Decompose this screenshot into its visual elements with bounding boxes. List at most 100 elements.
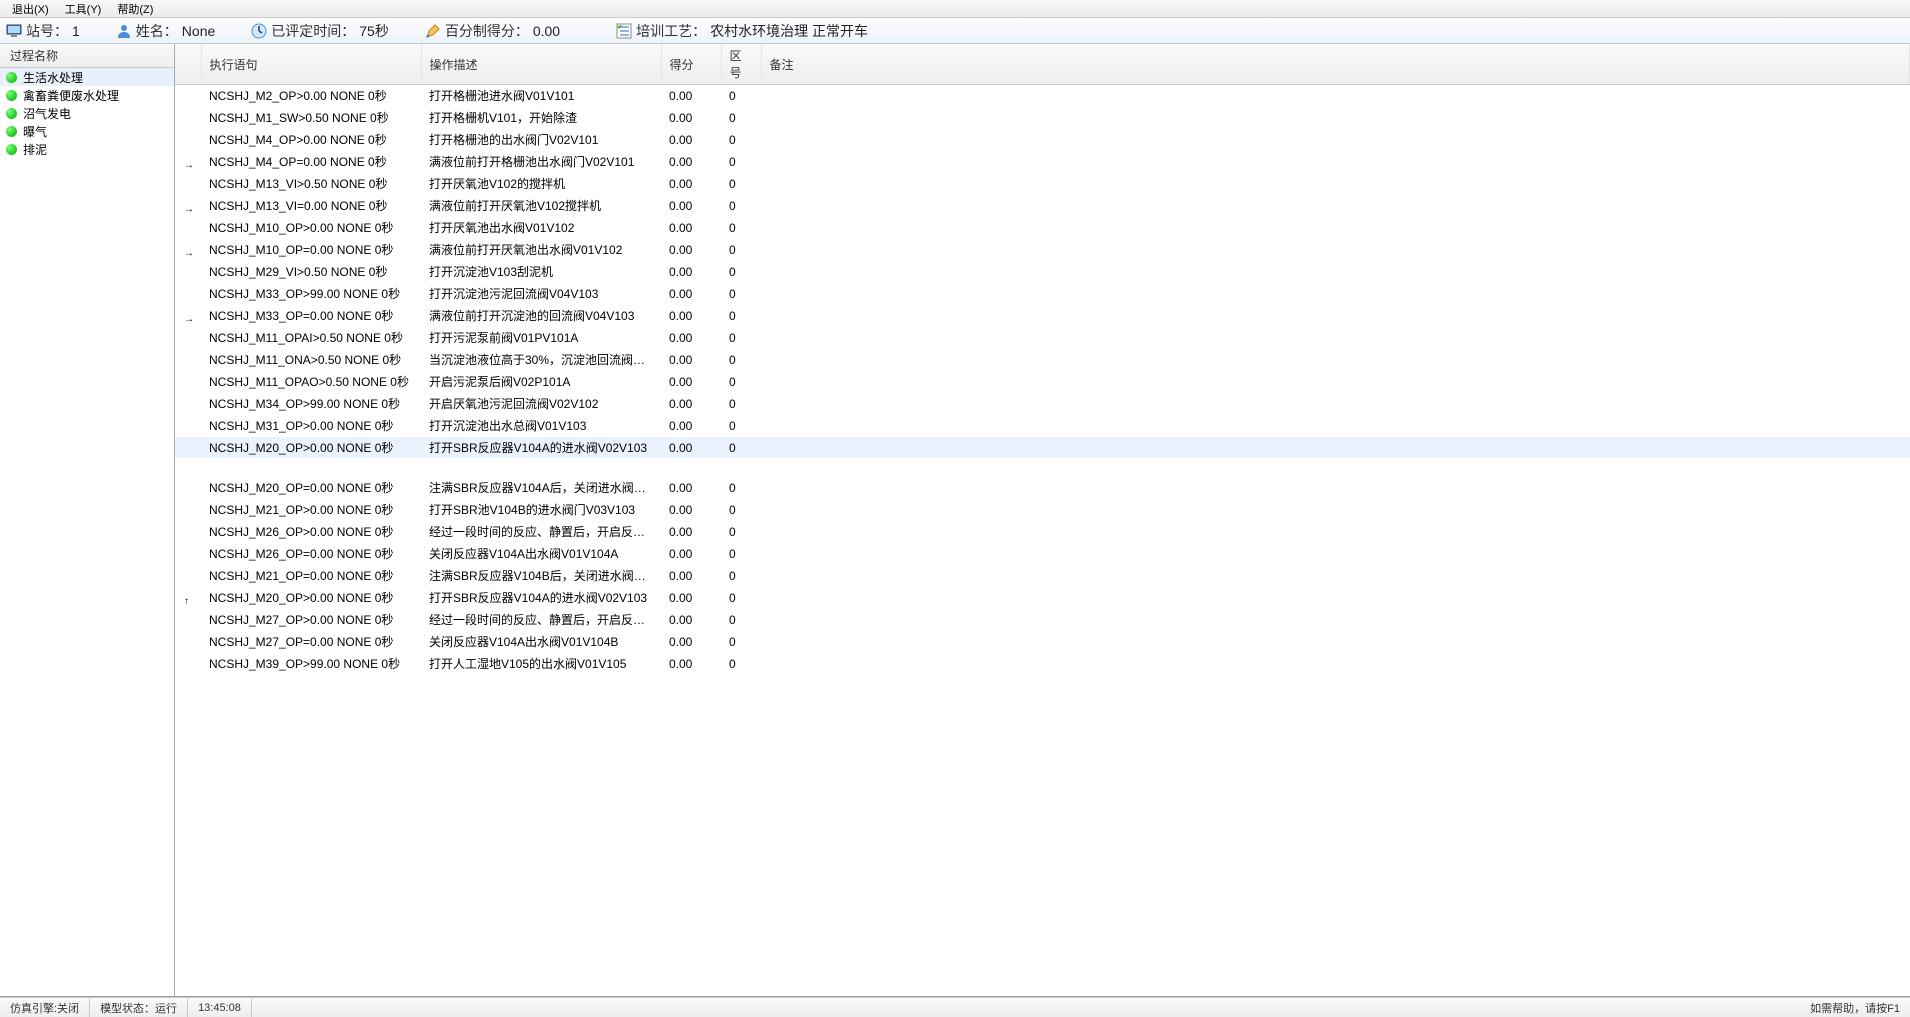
col-note[interactable]: 备注 — [761, 44, 1910, 85]
table-row[interactable]: NCSHJ_M21_OP>0.00 NONE 0秒打开SBR池V104B的进水阀… — [175, 499, 1910, 521]
cell-note — [761, 437, 1910, 459]
cell-zone: 0 — [721, 371, 761, 393]
cell-note — [761, 631, 1910, 653]
table-row[interactable]: NCSHJ_M26_OP>0.00 NONE 0秒经过一段时间的反应、静置后，开… — [175, 521, 1910, 543]
cell-zone: 0 — [721, 85, 761, 107]
status-engine: 仿真引擎:关闭 — [0, 998, 90, 1017]
col-status[interactable] — [175, 44, 201, 85]
status-dot-icon — [6, 126, 17, 137]
cell-score: 0.00 — [661, 327, 721, 349]
training-label: 培训工艺： — [636, 21, 706, 41]
menu-tools[interactable]: 工具(Y) — [57, 0, 110, 18]
col-score[interactable]: 得分 — [661, 44, 721, 85]
cell-note — [761, 283, 1910, 305]
table-row[interactable]: NCSHJ_M27_OP>0.00 NONE 0秒经过一段时间的反应、静置后，开… — [175, 609, 1910, 631]
cell-note — [761, 129, 1910, 151]
sidebar-item-3[interactable]: 曝气 — [0, 122, 174, 140]
status-model: 模型状态：运行 — [90, 998, 188, 1017]
cell-stmt: NCSHJ_M29_VI>0.50 NONE 0秒 — [201, 261, 421, 283]
table-row[interactable]: NCSHJ_M21_OP=0.00 NONE 0秒注满SBR反应器V104B后，… — [175, 565, 1910, 587]
table-row[interactable]: NCSHJ_M20_OP>0.00 NONE 0秒打开SBR反应器V104A的进… — [175, 587, 1910, 609]
table-row[interactable]: NCSHJ_M11_OPAI>0.50 NONE 0秒打开污泥泵前阀V01PV1… — [175, 327, 1910, 349]
status-time: 13:45:08 — [188, 998, 252, 1017]
cell-note — [761, 609, 1910, 631]
cell-score: 0.00 — [661, 415, 721, 437]
table-row[interactable]: NCSHJ_M27_OP=0.00 NONE 0秒关闭反应器V104A出水阀V0… — [175, 631, 1910, 653]
sidebar-item-1[interactable]: 禽畜粪便废水处理 — [0, 86, 174, 104]
table-row[interactable]: NCSHJ_M11_OPAO>0.50 NONE 0秒开启污泥泵后阀V02P10… — [175, 371, 1910, 393]
table-row[interactable]: NCSHJ_M10_OP=0.00 NONE 0秒满液位前打开厌氧池出水阀V01… — [175, 239, 1910, 261]
cell-desc: 满液位前打开沉淀池的回流阀V04V103 — [421, 305, 661, 327]
col-desc[interactable]: 操作描述 — [421, 44, 661, 85]
status-dot-icon — [6, 90, 17, 101]
table-row[interactable]: NCSHJ_M4_OP>0.00 NONE 0秒打开格栅池的出水阀门V02V10… — [175, 129, 1910, 151]
checklist-icon — [616, 23, 632, 39]
cell-desc: 开启厌氧池污泥回流阀V02V102 — [421, 393, 661, 415]
cell-desc: 满液位前打开厌氧池V102搅拌机 — [421, 195, 661, 217]
table-row[interactable]: NCSHJ_M2_OP>0.00 NONE 0秒打开格栅池进水阀V01V1010… — [175, 85, 1910, 107]
cell-stmt: NCSHJ_M11_OPAI>0.50 NONE 0秒 — [201, 327, 421, 349]
cell-zone: 0 — [721, 217, 761, 239]
cell-zone: 0 — [721, 477, 761, 499]
table-row[interactable] — [175, 459, 1910, 477]
cell-note — [761, 393, 1910, 415]
table-row[interactable]: NCSHJ_M4_OP=0.00 NONE 0秒满液位前打开格栅池出水阀门V02… — [175, 151, 1910, 173]
col-stmt[interactable]: 执行语句 — [201, 44, 421, 85]
cell-note — [761, 85, 1910, 107]
cell-stmt: NCSHJ_M27_OP>0.00 NONE 0秒 — [201, 609, 421, 631]
name-value: None — [182, 23, 215, 39]
menu-exit[interactable]: 退出(X) — [4, 0, 57, 18]
cell-desc: 经过一段时间的反应、静置后，开启反应器V10... — [421, 521, 661, 543]
sidebar-header: 过程名称 — [0, 44, 174, 68]
cell-stmt: NCSHJ_M13_VI>0.50 NONE 0秒 — [201, 173, 421, 195]
cell-note — [761, 239, 1910, 261]
cell-zone: 0 — [721, 305, 761, 327]
cell-desc: 注满SBR反应器V104B后，关闭进水阀V03V103 — [421, 565, 661, 587]
table-row[interactable]: NCSHJ_M10_OP>0.00 NONE 0秒打开厌氧池出水阀V01V102… — [175, 217, 1910, 239]
status-dot-icon — [6, 108, 17, 119]
table-row[interactable]: NCSHJ_M29_VI>0.50 NONE 0秒打开沉淀池V103刮泥机0.0… — [175, 261, 1910, 283]
table-row[interactable]: NCSHJ_M33_OP=0.00 NONE 0秒满液位前打开沉淀池的回流阀V0… — [175, 305, 1910, 327]
table-row[interactable]: NCSHJ_M39_OP>99.00 NONE 0秒打开人工湿地V105的出水阀… — [175, 653, 1910, 675]
sidebar-item-4[interactable]: 排泥 — [0, 140, 174, 158]
training-value: 农村水环境治理 正常开车 — [710, 21, 868, 41]
sidebar-item-label: 曝气 — [23, 123, 47, 140]
table-row[interactable]: NCSHJ_M20_OP=0.00 NONE 0秒注满SBR反应器V104A后，… — [175, 477, 1910, 499]
table-row[interactable]: NCSHJ_M13_VI>0.50 NONE 0秒打开厌氧池V102的搅拌机0.… — [175, 173, 1910, 195]
table-row[interactable]: NCSHJ_M20_OP>0.00 NONE 0秒打开SBR反应器V104A的进… — [175, 437, 1910, 459]
cell-stmt: NCSHJ_M11_ONA>0.50 NONE 0秒 — [201, 349, 421, 371]
cell-desc: 经过一段时间的反应、静置后，开启反应器V10... — [421, 609, 661, 631]
cell-stmt: NCSHJ_M20_OP=0.00 NONE 0秒 — [201, 477, 421, 499]
cell-desc: 注满SBR反应器V104A后，关闭进水阀门V02V1... — [421, 477, 661, 499]
cell-score: 0.00 — [661, 305, 721, 327]
main-area: 过程名称 生活水处理禽畜粪便废水处理沼气发电曝气排泥 执行语句 操作描述 得分 … — [0, 44, 1910, 997]
cell-score: 0.00 — [661, 195, 721, 217]
col-zone[interactable]: 区号 — [721, 44, 761, 85]
sidebar-item-2[interactable]: 沼气发电 — [0, 104, 174, 122]
cell-zone: 0 — [721, 631, 761, 653]
table-row[interactable]: NCSHJ_M33_OP>99.00 NONE 0秒打开沉淀池污泥回流阀V04V… — [175, 283, 1910, 305]
cell-score: 0.00 — [661, 239, 721, 261]
time-value: 75秒 — [359, 21, 389, 41]
cell-note — [761, 371, 1910, 393]
menu-help[interactable]: 帮助(Z) — [109, 0, 161, 18]
table-row[interactable]: NCSHJ_M34_OP>99.00 NONE 0秒开启厌氧池污泥回流阀V02V… — [175, 393, 1910, 415]
cell-stmt: NCSHJ_M27_OP=0.00 NONE 0秒 — [201, 631, 421, 653]
table-row[interactable]: NCSHJ_M11_ONA>0.50 NONE 0秒当沉淀池液位高于30%，沉淀… — [175, 349, 1910, 371]
station-label: 站号： — [26, 21, 68, 41]
sidebar-item-0[interactable]: 生活水处理 — [0, 68, 174, 86]
cell-stmt: NCSHJ_M33_OP>99.00 NONE 0秒 — [201, 283, 421, 305]
table-row[interactable]: NCSHJ_M13_VI=0.00 NONE 0秒满液位前打开厌氧池V102搅拌… — [175, 195, 1910, 217]
cell-zone: 0 — [721, 609, 761, 631]
table-row[interactable]: NCSHJ_M31_OP>0.00 NONE 0秒打开沉淀池出水总阀V01V10… — [175, 415, 1910, 437]
table-row[interactable]: NCSHJ_M1_SW>0.50 NONE 0秒打开格栅机V101，开始除渣0.… — [175, 107, 1910, 129]
table-row[interactable]: NCSHJ_M26_OP=0.00 NONE 0秒关闭反应器V104A出水阀V0… — [175, 543, 1910, 565]
cell-desc: 关闭反应器V104A出水阀V01V104A — [421, 543, 661, 565]
cell-desc: 打开沉淀池出水总阀V01V103 — [421, 415, 661, 437]
cell-desc: 打开沉淀池V103刮泥机 — [421, 261, 661, 283]
status-dot-icon — [6, 72, 17, 83]
cell-zone: 0 — [721, 393, 761, 415]
cell-note — [761, 543, 1910, 565]
cell-stmt: NCSHJ_M4_OP>0.00 NONE 0秒 — [201, 129, 421, 151]
status-dot-icon — [6, 144, 17, 155]
